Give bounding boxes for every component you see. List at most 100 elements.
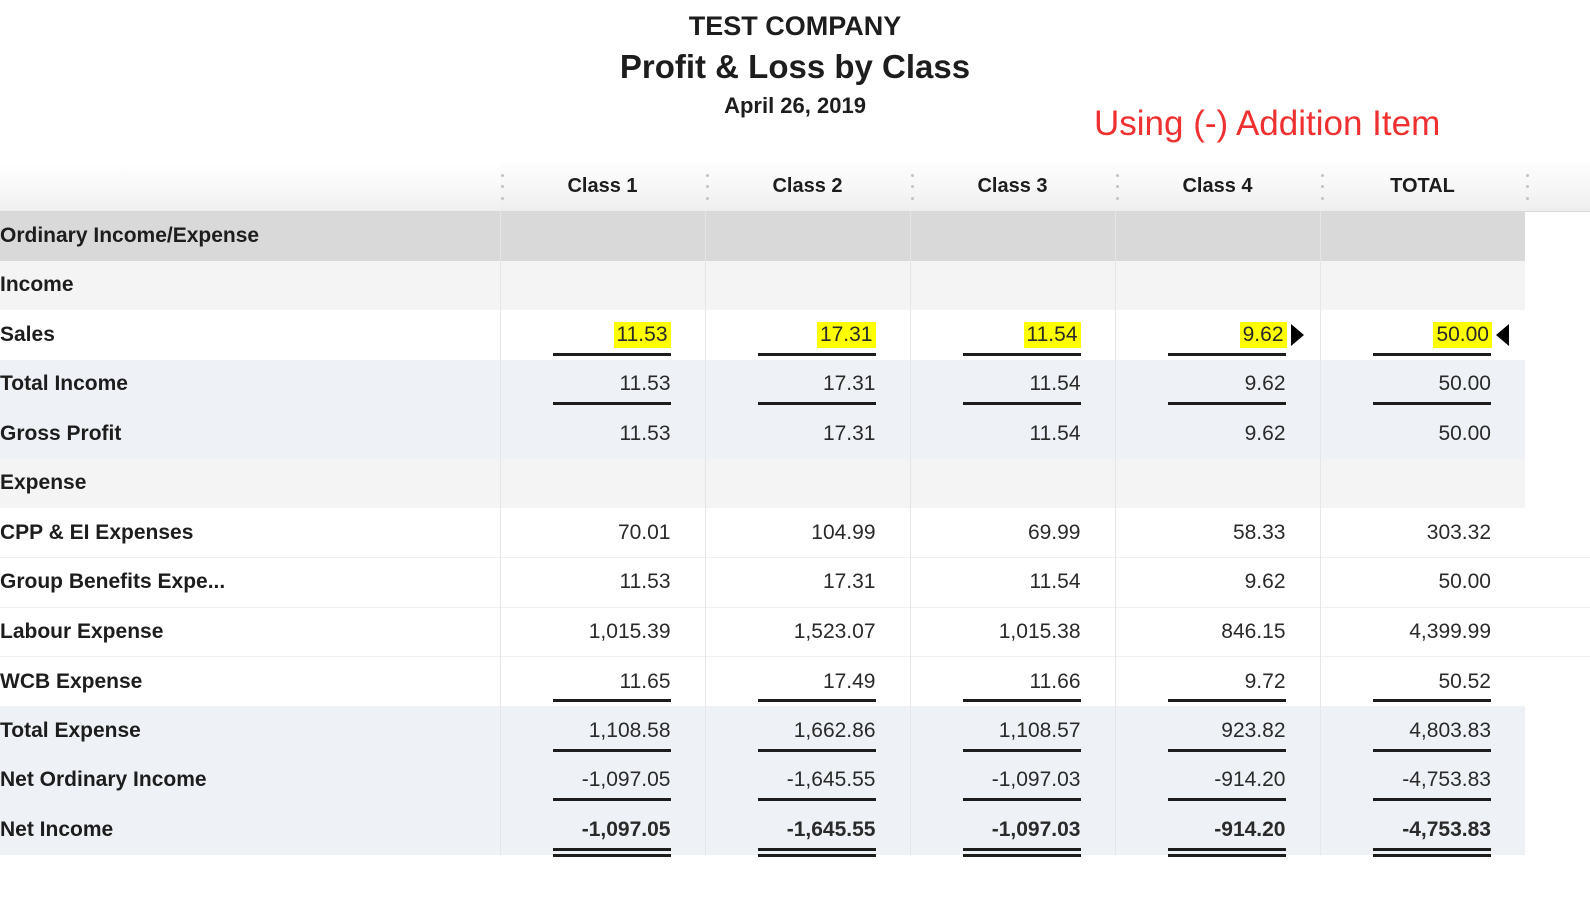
row-value: 1,523.07 [705, 607, 910, 657]
row-value: -1,097.03 [910, 756, 1115, 806]
row-value: -1,097.03 [910, 805, 1115, 855]
row-value [705, 261, 910, 311]
row-value: 303.32 [1320, 508, 1525, 558]
table-row[interactable]: Expense [0, 459, 1590, 509]
row-value: 104.99 [705, 508, 910, 558]
table-row[interactable]: Gross Profit 11.53 17.31 11.54 9.62 50.0… [0, 409, 1590, 459]
row-value [705, 459, 910, 509]
highlighted-value: 11.53 [614, 322, 671, 348]
row-label: CPP & EI Expenses [0, 508, 500, 558]
row-value: 9.72 [1115, 657, 1320, 707]
table-row[interactable]: Group Benefits Expe... 11.53 17.31 11.54… [0, 558, 1590, 608]
column-grip-icon[interactable] [705, 174, 709, 200]
column-header-total-label: TOTAL [1390, 175, 1455, 197]
row-value: 70.01 [500, 508, 705, 558]
table-row[interactable]: Labour Expense 1,015.39 1,523.07 1,015.3… [0, 607, 1590, 657]
row-value: 50.00 [1320, 360, 1525, 410]
row-value: 4,803.83 [1320, 706, 1525, 756]
row-value: 1,108.58 [500, 706, 705, 756]
row-value: 846.15 [1115, 607, 1320, 657]
row-label: Sales [0, 310, 500, 360]
column-header-label[interactable] [0, 163, 500, 211]
row-value: 4,399.99 [1320, 607, 1525, 657]
row-value: 69.99 [910, 508, 1115, 558]
row-value: -1,097.05 [500, 756, 705, 806]
row-trailing [1525, 459, 1590, 509]
row-value: 50.52 [1320, 657, 1525, 707]
row-value [1115, 459, 1320, 509]
row-value [705, 211, 910, 261]
row-label: Total Expense [0, 706, 500, 756]
row-trailing [1525, 409, 1590, 459]
column-header-class-3-label: Class 3 [977, 175, 1047, 197]
row-value: 11.65 [500, 657, 705, 707]
row-label: Expense [0, 459, 500, 509]
column-grip-icon[interactable] [500, 174, 504, 200]
column-header-class-2[interactable]: Class 2 [705, 163, 910, 211]
column-grip-icon[interactable] [1115, 174, 1119, 200]
row-value [910, 211, 1115, 261]
table-row[interactable]: CPP & EI Expenses 70.01 104.99 69.99 58.… [0, 508, 1590, 558]
row-value: 50.00 [1320, 310, 1525, 360]
row-value: 58.33 [1115, 508, 1320, 558]
row-label: WCB Expense [0, 657, 500, 707]
row-value: 9.62 [1115, 310, 1320, 360]
table-row[interactable]: Ordinary Income/Expense [0, 211, 1590, 261]
column-grip-icon[interactable] [1320, 174, 1324, 200]
column-header-class-3[interactable]: Class 3 [910, 163, 1115, 211]
table-row[interactable]: Net Income -1,097.05 -1,645.55 -1,097.03… [0, 805, 1590, 855]
table-row[interactable]: Sales 11.53 17.31 11.54 9.62 50.00 [0, 310, 1590, 360]
row-label: Ordinary Income/Expense [0, 211, 500, 261]
row-value: 50.00 [1320, 558, 1525, 608]
row-value [1320, 211, 1525, 261]
row-value: 17.49 [705, 657, 910, 707]
row-value: 11.54 [910, 360, 1115, 410]
table-row[interactable]: Net Ordinary Income -1,097.05 -1,645.55 … [0, 756, 1590, 806]
report-title: Profit & Loss by Class [0, 44, 1590, 90]
table-body: Ordinary Income/Expense Income [0, 211, 1590, 855]
row-value: -1,097.05 [500, 805, 705, 855]
row-trailing [1525, 508, 1590, 558]
row-trailing [1525, 261, 1590, 311]
table-row[interactable]: WCB Expense 11.65 17.49 11.66 9.72 50.52 [0, 657, 1590, 707]
row-trailing [1525, 607, 1590, 657]
column-grip-icon[interactable] [910, 174, 914, 200]
row-value: -1,645.55 [705, 805, 910, 855]
row-trailing [1525, 706, 1590, 756]
row-value [500, 211, 705, 261]
highlighted-value: 50.00 [1433, 322, 1492, 348]
highlighted-value: 9.62 [1240, 322, 1287, 348]
row-label: Group Benefits Expe... [0, 558, 500, 608]
row-trailing [1525, 558, 1590, 608]
row-value: 9.62 [1115, 360, 1320, 410]
column-header-trailing[interactable] [1525, 163, 1590, 211]
table-row[interactable]: Total Expense 1,108.58 1,662.86 1,108.57… [0, 706, 1590, 756]
row-value: 1,662.86 [705, 706, 910, 756]
table-row[interactable]: Income [0, 261, 1590, 311]
row-value: 11.53 [500, 360, 705, 410]
row-value: -914.20 [1115, 805, 1320, 855]
column-grip-icon[interactable] [1525, 174, 1529, 200]
row-value [910, 261, 1115, 311]
column-header-class-4[interactable]: Class 4 [1115, 163, 1320, 211]
column-header-class-1[interactable]: Class 1 [500, 163, 705, 211]
row-value: 17.31 [705, 558, 910, 608]
column-header-class-1-label: Class 1 [567, 175, 637, 197]
row-value [500, 459, 705, 509]
row-trailing [1525, 310, 1590, 360]
row-trailing [1525, 657, 1590, 707]
table-row[interactable]: Total Income 11.53 17.31 11.54 9.62 50.0… [0, 360, 1590, 410]
row-value: 1,108.57 [910, 706, 1115, 756]
row-value: 9.62 [1115, 409, 1320, 459]
row-label: Net Ordinary Income [0, 756, 500, 806]
row-value: -4,753.83 [1320, 805, 1525, 855]
row-value: 1,015.39 [500, 607, 705, 657]
header-row: Class 1 Class 2 Class 3 Class 4 [0, 163, 1590, 211]
row-value: 923.82 [1115, 706, 1320, 756]
row-value [1320, 261, 1525, 311]
table-header: Class 1 Class 2 Class 3 Class 4 [0, 163, 1590, 211]
column-header-total[interactable]: TOTAL [1320, 163, 1525, 211]
row-value: 11.54 [910, 409, 1115, 459]
row-value: 9.62 [1115, 558, 1320, 608]
row-value: 11.53 [500, 558, 705, 608]
